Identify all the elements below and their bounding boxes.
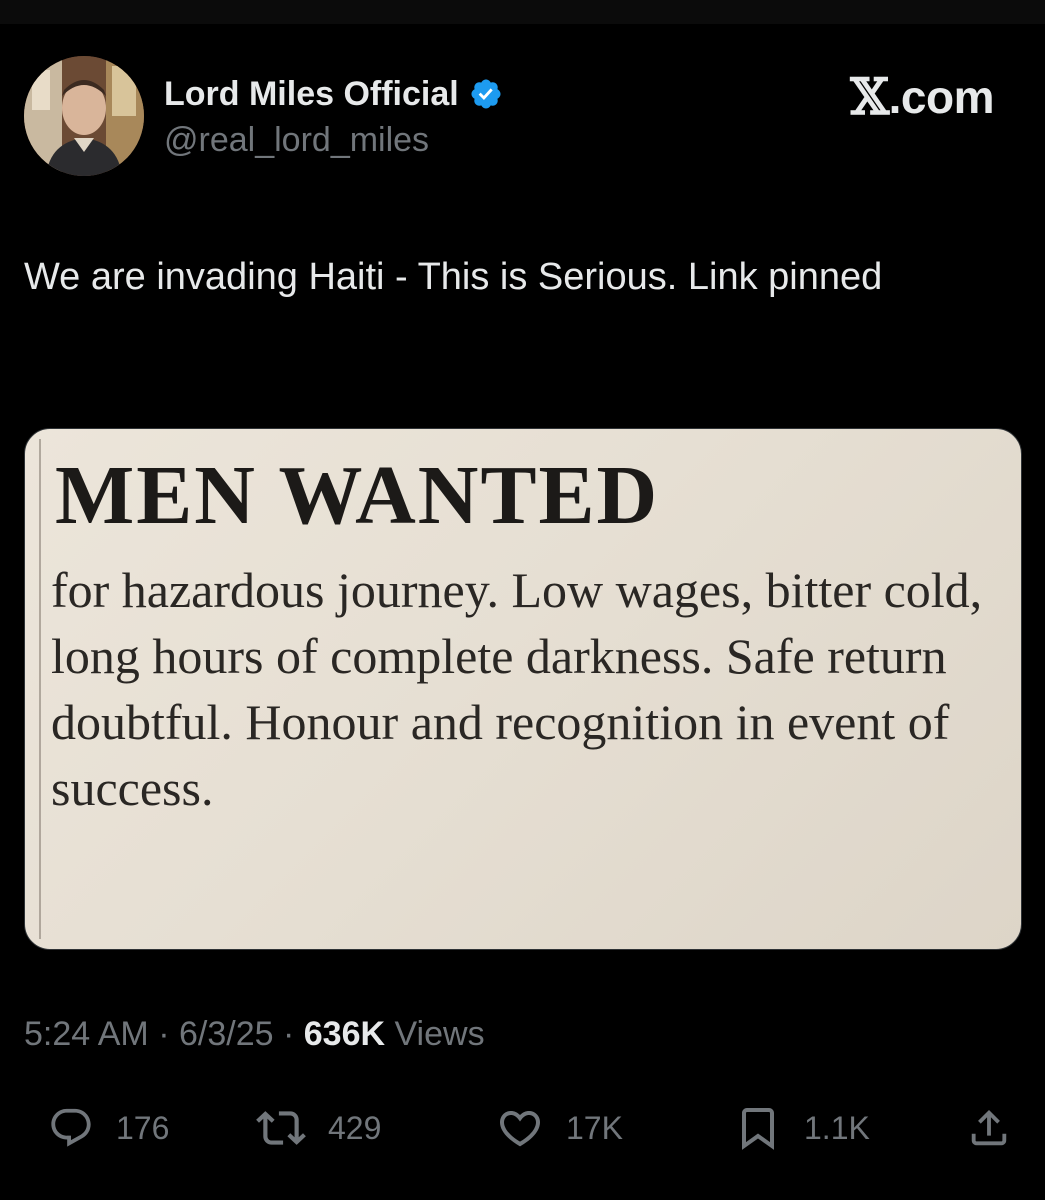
x-logo-icon: 𝕏 — [850, 67, 889, 126]
reply-icon — [51, 1108, 91, 1147]
display-name[interactable]: Lord Miles Official — [164, 74, 459, 114]
verified-badge-icon — [469, 77, 503, 111]
tweet-text: We are invading Haiti - This is Serious.… — [24, 256, 883, 298]
share-icon — [971, 1109, 1007, 1146]
tweet-media-image[interactable]: MEN WANTED for hazardous journey. Low wa… — [24, 428, 1022, 950]
views-label: Views — [394, 1015, 485, 1053]
media-headline: MEN WANTED — [55, 449, 660, 542]
avatar-image — [24, 56, 144, 176]
tweet-meta: 5:24 AM · 6/3/25 · 636K Views — [24, 1012, 485, 1056]
bookmark-button[interactable]: 1.1K — [734, 1100, 870, 1156]
repost-button[interactable]: 429 — [256, 1100, 381, 1156]
handle[interactable]: @real_lord_miles — [164, 120, 503, 160]
status-bar-strip — [0, 0, 1045, 24]
heart-icon — [499, 1111, 541, 1147]
tweet-header: Lord Miles Official @real_lord_miles 𝕏 .c… — [24, 56, 1014, 186]
media-border-rule — [39, 439, 41, 939]
brand-suffix: .com — [888, 71, 995, 123]
like-button[interactable]: 17K — [496, 1100, 623, 1156]
meta-separator: · — [158, 1015, 170, 1053]
tweet-date[interactable]: 6/3/25 — [179, 1015, 274, 1053]
bookmark-icon — [742, 1108, 774, 1150]
like-count: 17K — [566, 1109, 623, 1146]
bookmark-count: 1.1K — [804, 1109, 870, 1146]
avatar[interactable] — [24, 56, 144, 176]
meta-separator: · — [282, 1015, 295, 1053]
reply-count: 176 — [116, 1109, 170, 1146]
brand-watermark: 𝕏 .com — [850, 70, 994, 124]
action-bar: 176 429 17K 1.1K — [24, 1100, 1020, 1156]
repost-icon — [256, 1111, 306, 1145]
tweet-time[interactable]: 5:24 AM — [24, 1015, 149, 1053]
display-name-row[interactable]: Lord Miles Official — [164, 74, 503, 114]
media-body-text: for hazardous journey. Low wages, bitter… — [51, 562, 983, 816]
reply-button[interactable]: 176 — [48, 1100, 169, 1156]
share-button[interactable] — [966, 1100, 1012, 1156]
views-count: 636K — [303, 1015, 386, 1053]
repost-count: 429 — [328, 1109, 382, 1146]
